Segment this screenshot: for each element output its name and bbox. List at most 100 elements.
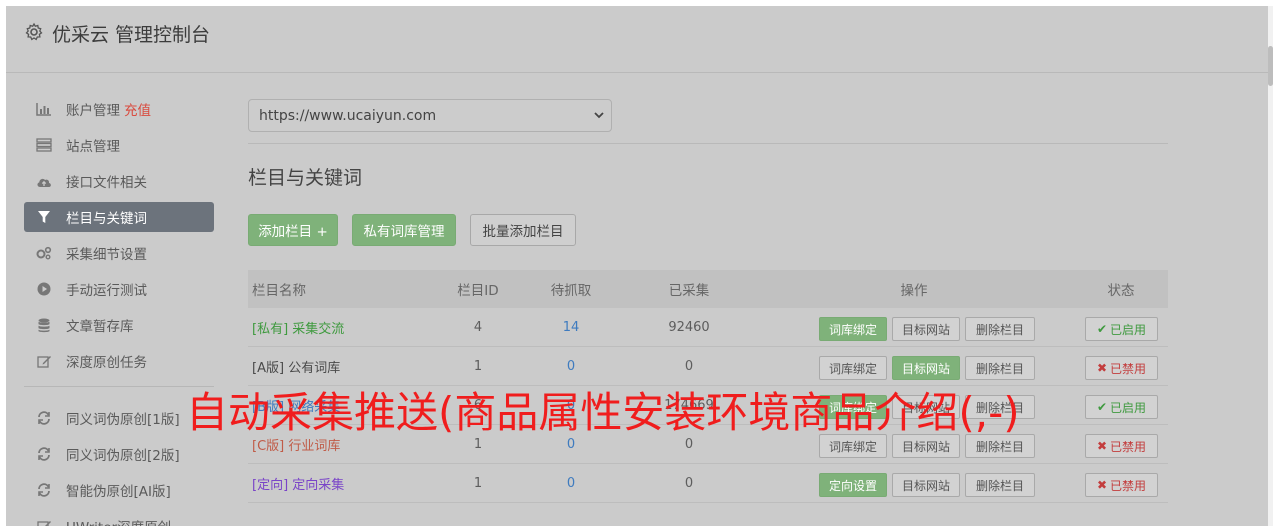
sidebar-item-label: 站点管理	[66, 139, 120, 155]
scrollbar[interactable]	[1268, 6, 1273, 526]
refresh-icon	[36, 446, 52, 462]
sidebar-item-interface-files[interactable]: 接口文件相关	[24, 166, 214, 196]
sidebar-item-label: 采集细节设置	[66, 247, 147, 263]
cloud-upload-icon	[36, 173, 52, 189]
sidebar-item-collect-settings[interactable]: 采集细节设置	[24, 238, 214, 268]
sidebar-item-label: UWriter深度原创	[66, 516, 171, 526]
target-site-button[interactable]: 目标网站	[892, 317, 960, 341]
row-actions: 词库绑定 目标网站 删除栏目	[754, 347, 1074, 385]
sidebar-item-manual-run[interactable]: 手动运行测试	[24, 274, 214, 304]
target-site-button[interactable]: 目标网站	[892, 356, 960, 380]
sidebar-item-ai-original[interactable]: 智能伪原创[AI版]	[24, 475, 214, 505]
watermark-overlay-text: 自动采集推送(商品属性安装环境商品介绍(,-)	[186, 388, 1020, 437]
delete-column-button[interactable]: 删除栏目	[965, 473, 1035, 497]
sidebar-item-columns-keywords[interactable]: 栏目与关键词	[24, 202, 214, 232]
scrollbar-thumb[interactable]	[1268, 46, 1273, 86]
filter-icon	[36, 209, 52, 225]
sidebar: 账户管理 充值 站点管理 接口文件相关 栏目与关键词 采集细节设置 手动运行测试…	[24, 94, 214, 526]
header: 优采云 管理控制台	[6, 6, 1268, 73]
column-id: 1	[473, 475, 483, 491]
header-status: 状态	[1074, 270, 1168, 308]
delete-column-button[interactable]: 删除栏目	[965, 317, 1035, 341]
status-toggle[interactable]: ✔ 已启用	[1085, 317, 1158, 341]
column-id: 4	[473, 319, 483, 335]
pending-count[interactable]: 0	[518, 476, 624, 491]
sidebar-item-label: 手动运行测试	[66, 283, 147, 299]
gear-icon	[25, 22, 43, 41]
refresh-icon	[36, 482, 52, 498]
table-header: 栏目名称 栏目ID 待抓取 已采集 操作 状态	[248, 270, 1168, 308]
row-status: ✔ 已启用	[1074, 308, 1168, 346]
table-row: [私有] 采集交流 4 14 92460 词库绑定 目标网站 删除栏目 ✔ 已启用	[248, 308, 1168, 347]
server-icon	[36, 137, 52, 153]
chevron-down-icon	[594, 112, 604, 119]
sidebar-item-sites[interactable]: 站点管理	[24, 130, 214, 160]
sidebar-item-label: 同义词伪原创[1版]	[66, 412, 180, 428]
column-tag: [私有]	[252, 321, 289, 337]
page-title: 优采云 管理控制台	[52, 24, 211, 46]
sidebar-item-label: 文章暂存库	[66, 319, 134, 335]
collected-count: 92460	[668, 319, 710, 335]
column-title: 定向采集	[292, 477, 345, 493]
divider	[248, 143, 1168, 144]
delete-column-button[interactable]: 删除栏目	[965, 356, 1035, 380]
status-label: 已启用	[1110, 322, 1147, 337]
sidebar-item-label: 栏目与关键词	[66, 211, 147, 227]
column-name[interactable]: [私有] 采集交流	[248, 318, 438, 337]
bar-chart-icon	[36, 101, 52, 117]
sidebar-item-label: 账户管理	[66, 103, 120, 119]
sidebar-item-label: 接口文件相关	[66, 175, 147, 191]
status-toggle[interactable]: ✖ 已禁用	[1085, 356, 1158, 380]
sidebar-item-uwriter[interactable]: UWriter深度原创	[24, 511, 214, 526]
close-icon: ✖	[1096, 478, 1108, 492]
header-ops: 操作	[754, 270, 1074, 308]
header-pending: 待抓取	[550, 283, 592, 299]
lexicon-bind-button[interactable]: 词库绑定	[819, 317, 887, 341]
status-label: 已禁用	[1110, 361, 1147, 376]
section-title: 栏目与关键词	[248, 167, 363, 189]
refresh-icon	[36, 410, 52, 426]
sidebar-item-article-storage[interactable]: 文章暂存库	[24, 310, 214, 340]
status-label: 已启用	[1110, 400, 1147, 415]
header-status-label: 状态	[1107, 283, 1135, 299]
edit-icon	[36, 518, 52, 526]
play-circle-icon	[36, 281, 52, 297]
sidebar-item-deep-original[interactable]: 深度原创任务	[24, 346, 214, 376]
pending-count[interactable]: 0	[518, 359, 624, 374]
add-column-button[interactable]: 添加栏目 +	[248, 214, 338, 246]
status-toggle[interactable]: ✖ 已禁用	[1085, 473, 1158, 497]
table-row: [A版] 公有词库 1 0 0 词库绑定 目标网站 删除栏目 ✖ 已禁用	[248, 347, 1168, 386]
target-site-button[interactable]: 目标网站	[892, 473, 960, 497]
recharge-link[interactable]: 充值	[124, 99, 151, 119]
table-row: [定向] 定向采集 1 0 0 定向设置 目标网站 删除栏目 ✖ 已禁用	[248, 464, 1168, 503]
column-name[interactable]: [定向] 定向采集	[248, 474, 438, 493]
database-icon	[36, 317, 52, 333]
header-collected: 已采集	[668, 283, 710, 299]
directed-settings-button[interactable]: 定向设置	[819, 473, 887, 497]
status-label: 已禁用	[1110, 478, 1147, 493]
site-select[interactable]: https://www.ucaiyun.com	[248, 99, 612, 132]
header-ops-label: 操作	[900, 283, 928, 299]
sidebar-item-account[interactable]: 账户管理 充值	[24, 94, 214, 124]
lexicon-bind-button[interactable]: 词库绑定	[819, 356, 887, 380]
column-name[interactable]: [A版] 公有词库	[248, 357, 438, 376]
column-title: 采集交流	[292, 321, 345, 337]
header-name: 栏目名称	[252, 283, 306, 299]
sidebar-item-synonym-v2[interactable]: 同义词伪原创[2版]	[24, 439, 214, 469]
private-lexicon-button[interactable]: 私有词库管理	[352, 214, 456, 246]
batch-add-column-button[interactable]: 批量添加栏目	[470, 214, 576, 246]
row-status: ✖ 已禁用	[1074, 464, 1168, 502]
collected-count: 0	[684, 358, 694, 374]
column-id: 1	[473, 358, 483, 374]
row-actions: 词库绑定 目标网站 删除栏目	[754, 308, 1074, 346]
sidebar-item-label: 深度原创任务	[66, 355, 147, 371]
sidebar-item-label: 同义词伪原创[2版]	[66, 448, 180, 464]
collected-count: 0	[684, 475, 694, 491]
app-window: 优采云 管理控制台 账户管理 充值 站点管理 接口文件相关 栏目与关键词 采集细…	[6, 6, 1268, 526]
header-id: 栏目ID	[457, 283, 499, 299]
row-status: ✖ 已禁用	[1074, 347, 1168, 385]
column-tag: [A版]	[252, 360, 285, 376]
gears-icon	[36, 245, 52, 261]
column-tag: [定向]	[252, 477, 289, 493]
pending-count[interactable]: 14	[518, 320, 624, 335]
